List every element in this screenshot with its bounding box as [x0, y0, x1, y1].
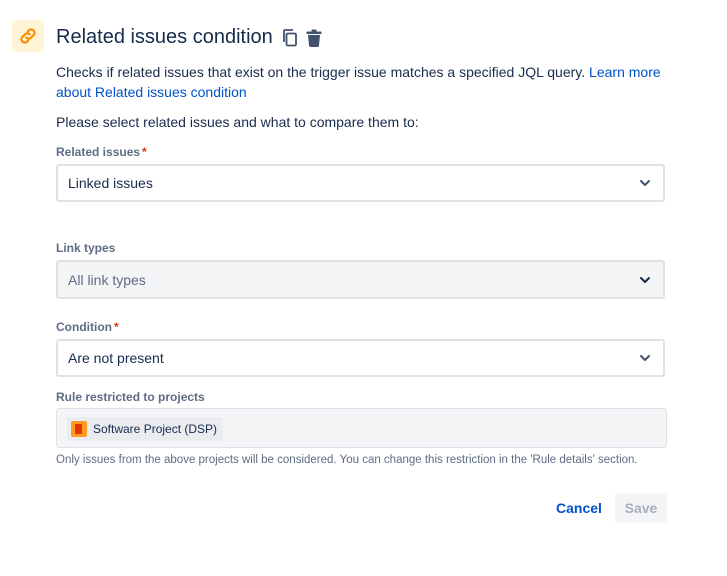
- link-types-label: Link types: [56, 241, 116, 255]
- related-issues-label: Related issues *: [56, 145, 147, 159]
- projects-label: Rule restricted to projects: [56, 390, 205, 404]
- trash-icon: [306, 29, 322, 47]
- related-issues-value: Linked issues: [68, 175, 153, 191]
- projects-field: Software Project (DSP): [56, 408, 667, 448]
- condition-value: Are not present: [68, 350, 164, 366]
- projects-help-text: Only issues from the above projects will…: [56, 454, 638, 466]
- chevron-down-icon: [637, 175, 653, 191]
- copy-icon: [283, 29, 297, 47]
- selection-prompt: Please select related issues and what to…: [56, 114, 419, 130]
- save-button[interactable]: Save: [615, 493, 667, 523]
- required-indicator: *: [113, 320, 119, 334]
- related-issues-select[interactable]: Linked issues: [56, 164, 665, 202]
- condition-label: Condition *: [56, 320, 119, 334]
- copy-button[interactable]: [281, 28, 299, 48]
- chevron-down-icon: [637, 272, 653, 288]
- project-tag: Software Project (DSP): [67, 417, 224, 441]
- condition-description: Checks if related issues that exist on t…: [56, 62, 676, 102]
- delete-button[interactable]: [305, 28, 323, 48]
- project-icon: [71, 421, 87, 437]
- project-tag-label: Software Project (DSP): [93, 422, 218, 436]
- title-actions: [281, 28, 323, 48]
- chevron-down-icon: [637, 350, 653, 366]
- link-icon: [20, 28, 36, 44]
- condition-select[interactable]: Are not present: [56, 339, 665, 377]
- required-indicator: *: [142, 145, 147, 159]
- link-types-select[interactable]: All link types: [56, 260, 665, 299]
- condition-title: Related issues condition: [56, 26, 273, 48]
- cancel-button[interactable]: Cancel: [546, 493, 612, 523]
- link-types-placeholder: All link types: [68, 271, 146, 288]
- condition-type-icon: [12, 20, 44, 52]
- description-text: Checks if related issues that exist on t…: [56, 64, 586, 80]
